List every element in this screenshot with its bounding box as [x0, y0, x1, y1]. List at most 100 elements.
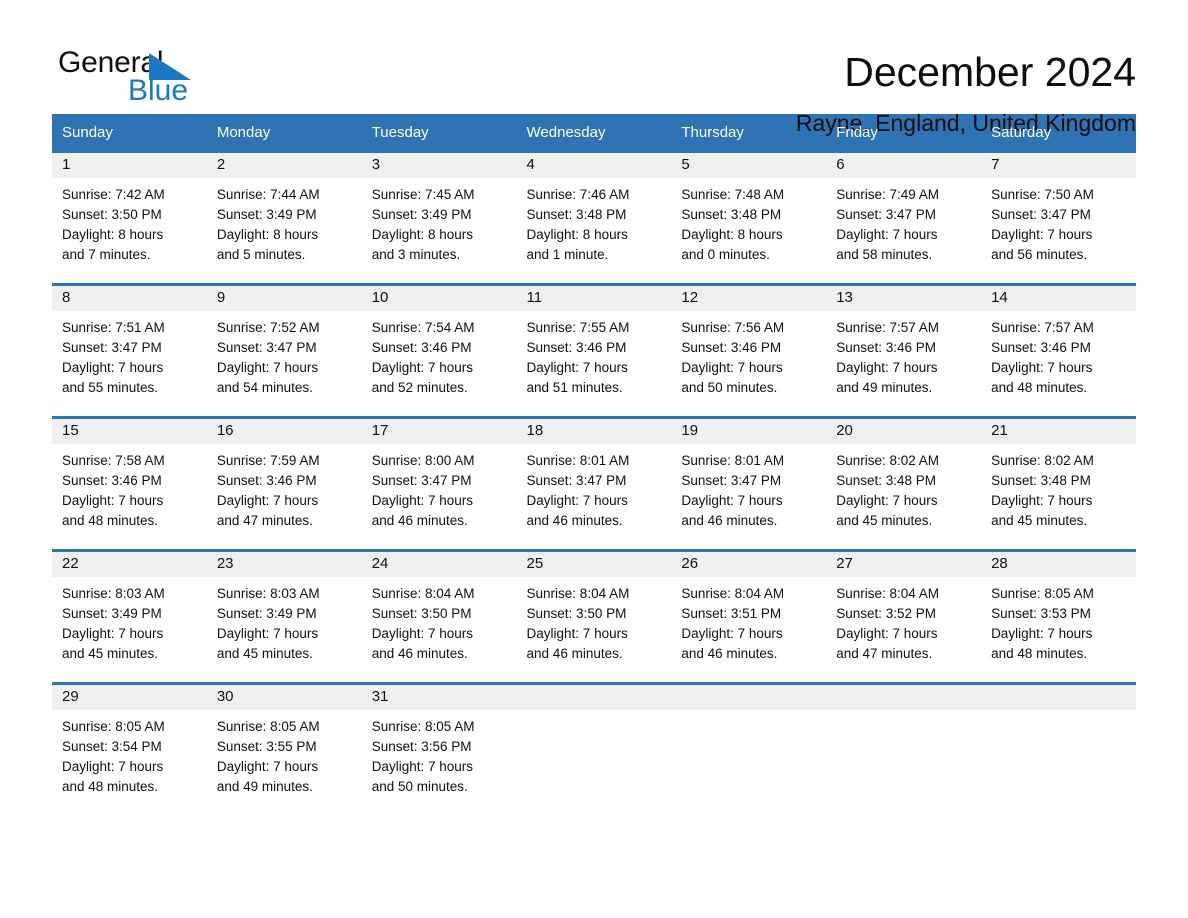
- day-cell[interactable]: 14 Sunrise: 7:57 AM Sunset: 3:46 PM Dayligh…: [981, 283, 1136, 402]
- day-cell[interactable]: 15 Sunrise: 7:58 AM Sunset: 3:46 PM Dayligh…: [52, 416, 207, 535]
- daylight-text-line2: and 5 minutes.: [216, 247, 306, 262]
- day-details: Sunrise: 8:02 AM Sunset: 3:48 PM Daylight:…: [826, 444, 981, 531]
- day-number: 21: [981, 419, 1136, 444]
- day-cell[interactable]: 21 Sunrise: 8:02 AM Sunset: 3:48 PM Dayligh…: [981, 416, 1136, 535]
- day-number: 13: [826, 286, 982, 311]
- day-number: 30: [206, 685, 362, 710]
- daylight-text-line2: and 46 minutes.: [371, 646, 468, 661]
- calendar-week-row: 8 Sunrise: 7:51 AM Sunset: 3:47 PM Daylight…: [52, 283, 1136, 402]
- daylight-text-line2: and 1 minute.: [526, 247, 609, 262]
- day-number: [671, 685, 827, 710]
- day-number: 26: [671, 552, 827, 577]
- day-cell[interactable]: 16 Sunrise: 7:59 AM Sunset: 3:46 PM Dayligh…: [206, 416, 362, 535]
- daylight-text-line1: Daylight: 7 hours: [681, 626, 783, 641]
- day-cell[interactable]: 18 Sunrise: 8:01 AM Sunset: 3:47 PM Dayligh…: [516, 416, 672, 535]
- day-details: Sunrise: 7:52 AM Sunset: 3:47 PM Daylight:…: [207, 311, 362, 398]
- sunrise-text: Sunrise: 7:48 AM: [681, 187, 785, 202]
- day-number: 28: [981, 552, 1136, 577]
- day-number: 2: [206, 153, 362, 178]
- day-cell[interactable]: 20 Sunrise: 8:02 AM Sunset: 3:48 PM Dayligh…: [826, 416, 982, 535]
- daylight-text-line1: Daylight: 8 hours: [371, 227, 473, 242]
- day-cell[interactable]: 26 Sunrise: 8:04 AM Sunset: 3:51 PM Dayligh…: [671, 549, 827, 668]
- day-cell[interactable]: 3 Sunrise: 7:45 AM Sunset: 3:49 PM Daylight…: [361, 150, 517, 269]
- sunset-text: Sunset: 3:56 PM: [371, 739, 472, 754]
- day-cell-empty: [981, 682, 1136, 801]
- day-cell[interactable]: 19 Sunrise: 8:01 AM Sunset: 3:47 PM Dayligh…: [671, 416, 827, 535]
- day-details: Sunrise: 8:04 AM Sunset: 3:52 PM Daylight:…: [826, 577, 981, 664]
- daylight-text-line2: and 46 minutes.: [371, 513, 468, 528]
- daylight-text-line1: Daylight: 7 hours: [62, 626, 164, 641]
- day-number: 15: [52, 419, 207, 444]
- day-details: Sunrise: 8:03 AM Sunset: 3:49 PM Daylight:…: [52, 577, 207, 664]
- sunset-text: Sunset: 3:47 PM: [526, 473, 627, 488]
- daylight-text-line1: Daylight: 7 hours: [62, 360, 164, 375]
- sunrise-text: Sunrise: 8:04 AM: [526, 586, 630, 601]
- day-cell[interactable]: 10 Sunrise: 7:54 AM Sunset: 3:46 PM Dayligh…: [361, 283, 517, 402]
- sunrise-text: Sunrise: 8:03 AM: [216, 586, 320, 601]
- sunset-text: Sunset: 3:48 PM: [526, 207, 627, 222]
- day-number: 31: [361, 685, 517, 710]
- daylight-text-line2: and 55 minutes.: [62, 380, 159, 395]
- day-cell[interactable]: 31 Sunrise: 8:05 AM Sunset: 3:56 PM Dayligh…: [361, 682, 517, 801]
- daylight-text-line1: Daylight: 7 hours: [216, 360, 319, 375]
- week-spacer: [52, 269, 1136, 285]
- day-cell[interactable]: 23 Sunrise: 8:03 AM Sunset: 3:49 PM Dayligh…: [206, 549, 362, 668]
- daylight-text-line1: Daylight: 7 hours: [526, 493, 628, 508]
- weekday-header-sunday: Sunday: [52, 114, 207, 152]
- sunset-text: Sunset: 3:48 PM: [836, 473, 937, 488]
- sunset-text: Sunset: 3:49 PM: [216, 207, 317, 222]
- week-spacer: [52, 535, 1136, 551]
- day-cell[interactable]: 4 Sunrise: 7:46 AM Sunset: 3:48 PM Daylight…: [516, 150, 672, 269]
- sunset-text: Sunset: 3:46 PM: [371, 340, 472, 355]
- page-title: December 2024: [844, 49, 1136, 95]
- sunset-text: Sunset: 3:46 PM: [216, 473, 317, 488]
- daylight-text-line1: Daylight: 7 hours: [371, 493, 473, 508]
- sunset-text: Sunset: 3:52 PM: [836, 606, 937, 621]
- generalblue-logo: General Blue: [52, 46, 202, 108]
- daylight-text-line1: Daylight: 7 hours: [991, 493, 1093, 508]
- daylight-text-line2: and 45 minutes.: [991, 513, 1088, 528]
- sunrise-text: Sunrise: 7:49 AM: [836, 187, 940, 202]
- daylight-text-line1: Daylight: 7 hours: [991, 227, 1093, 242]
- day-cell[interactable]: 9 Sunrise: 7:52 AM Sunset: 3:47 PM Daylight…: [206, 283, 362, 402]
- daylight-text-line2: and 51 minutes.: [526, 380, 623, 395]
- day-cell[interactable]: 8 Sunrise: 7:51 AM Sunset: 3:47 PM Daylight…: [52, 283, 207, 402]
- day-number: 22: [52, 552, 207, 577]
- day-cell[interactable]: 25 Sunrise: 8:04 AM Sunset: 3:50 PM Dayligh…: [516, 549, 672, 668]
- sunrise-text: Sunrise: 7:50 AM: [991, 187, 1094, 202]
- daylight-text-line1: Daylight: 7 hours: [836, 493, 938, 508]
- day-cell[interactable]: 28 Sunrise: 8:05 AM Sunset: 3:53 PM Dayligh…: [981, 549, 1136, 668]
- day-cell[interactable]: 6 Sunrise: 7:49 AM Sunset: 3:47 PM Daylight…: [826, 150, 982, 269]
- sunset-text: Sunset: 3:47 PM: [62, 340, 162, 355]
- sunset-text: Sunset: 3:46 PM: [526, 340, 627, 355]
- sunset-text: Sunset: 3:47 PM: [681, 473, 782, 488]
- day-details: Sunrise: 8:05 AM Sunset: 3:56 PM Daylight:…: [362, 710, 517, 797]
- day-details: Sunrise: 8:05 AM Sunset: 3:55 PM Daylight:…: [207, 710, 362, 797]
- day-cell[interactable]: 2 Sunrise: 7:44 AM Sunset: 3:49 PM Daylight…: [206, 150, 362, 269]
- day-details: Sunrise: 8:01 AM Sunset: 3:47 PM Daylight:…: [517, 444, 672, 531]
- day-cell[interactable]: 12 Sunrise: 7:56 AM Sunset: 3:46 PM Dayligh…: [671, 283, 827, 402]
- day-cell[interactable]: 24 Sunrise: 8:04 AM Sunset: 3:50 PM Dayligh…: [361, 549, 517, 668]
- day-cell[interactable]: 13 Sunrise: 7:57 AM Sunset: 3:46 PM Dayligh…: [826, 283, 982, 402]
- day-cell[interactable]: 27 Sunrise: 8:04 AM Sunset: 3:52 PM Dayligh…: [826, 549, 982, 668]
- sunset-text: Sunset: 3:55 PM: [216, 739, 317, 754]
- day-details: Sunrise: 7:42 AM Sunset: 3:50 PM Daylight:…: [52, 178, 207, 265]
- day-cell[interactable]: 1 Sunrise: 7:42 AM Sunset: 3:50 PM Daylight…: [52, 150, 207, 269]
- day-cell[interactable]: 17 Sunrise: 8:00 AM Sunset: 3:47 PM Dayligh…: [361, 416, 517, 535]
- day-cell-empty: [671, 682, 827, 801]
- daylight-text-line2: and 48 minutes.: [991, 646, 1088, 661]
- sunset-text: Sunset: 3:47 PM: [371, 473, 472, 488]
- daylight-text-line2: and 45 minutes.: [216, 646, 313, 661]
- day-cell[interactable]: 29 Sunrise: 8:05 AM Sunset: 3:54 PM Dayligh…: [52, 682, 207, 801]
- day-details: Sunrise: 7:57 AM Sunset: 3:46 PM Daylight:…: [981, 311, 1136, 398]
- day-cell[interactable]: 7 Sunrise: 7:50 AM Sunset: 3:47 PM Daylight…: [981, 150, 1136, 269]
- day-cell[interactable]: 11 Sunrise: 7:55 AM Sunset: 3:46 PM Dayligh…: [516, 283, 672, 402]
- sunset-text: Sunset: 3:50 PM: [371, 606, 472, 621]
- daylight-text-line2: and 58 minutes.: [836, 247, 933, 262]
- day-cell[interactable]: 30 Sunrise: 8:05 AM Sunset: 3:55 PM Dayligh…: [206, 682, 362, 801]
- day-cell[interactable]: 5 Sunrise: 7:48 AM Sunset: 3:48 PM Daylight…: [671, 150, 827, 269]
- day-cell[interactable]: 22 Sunrise: 8:03 AM Sunset: 3:49 PM Dayligh…: [52, 549, 207, 668]
- day-details: Sunrise: 7:46 AM Sunset: 3:48 PM Daylight:…: [517, 178, 672, 265]
- daylight-text-line2: and 47 minutes.: [836, 646, 933, 661]
- day-number: 1: [52, 153, 207, 178]
